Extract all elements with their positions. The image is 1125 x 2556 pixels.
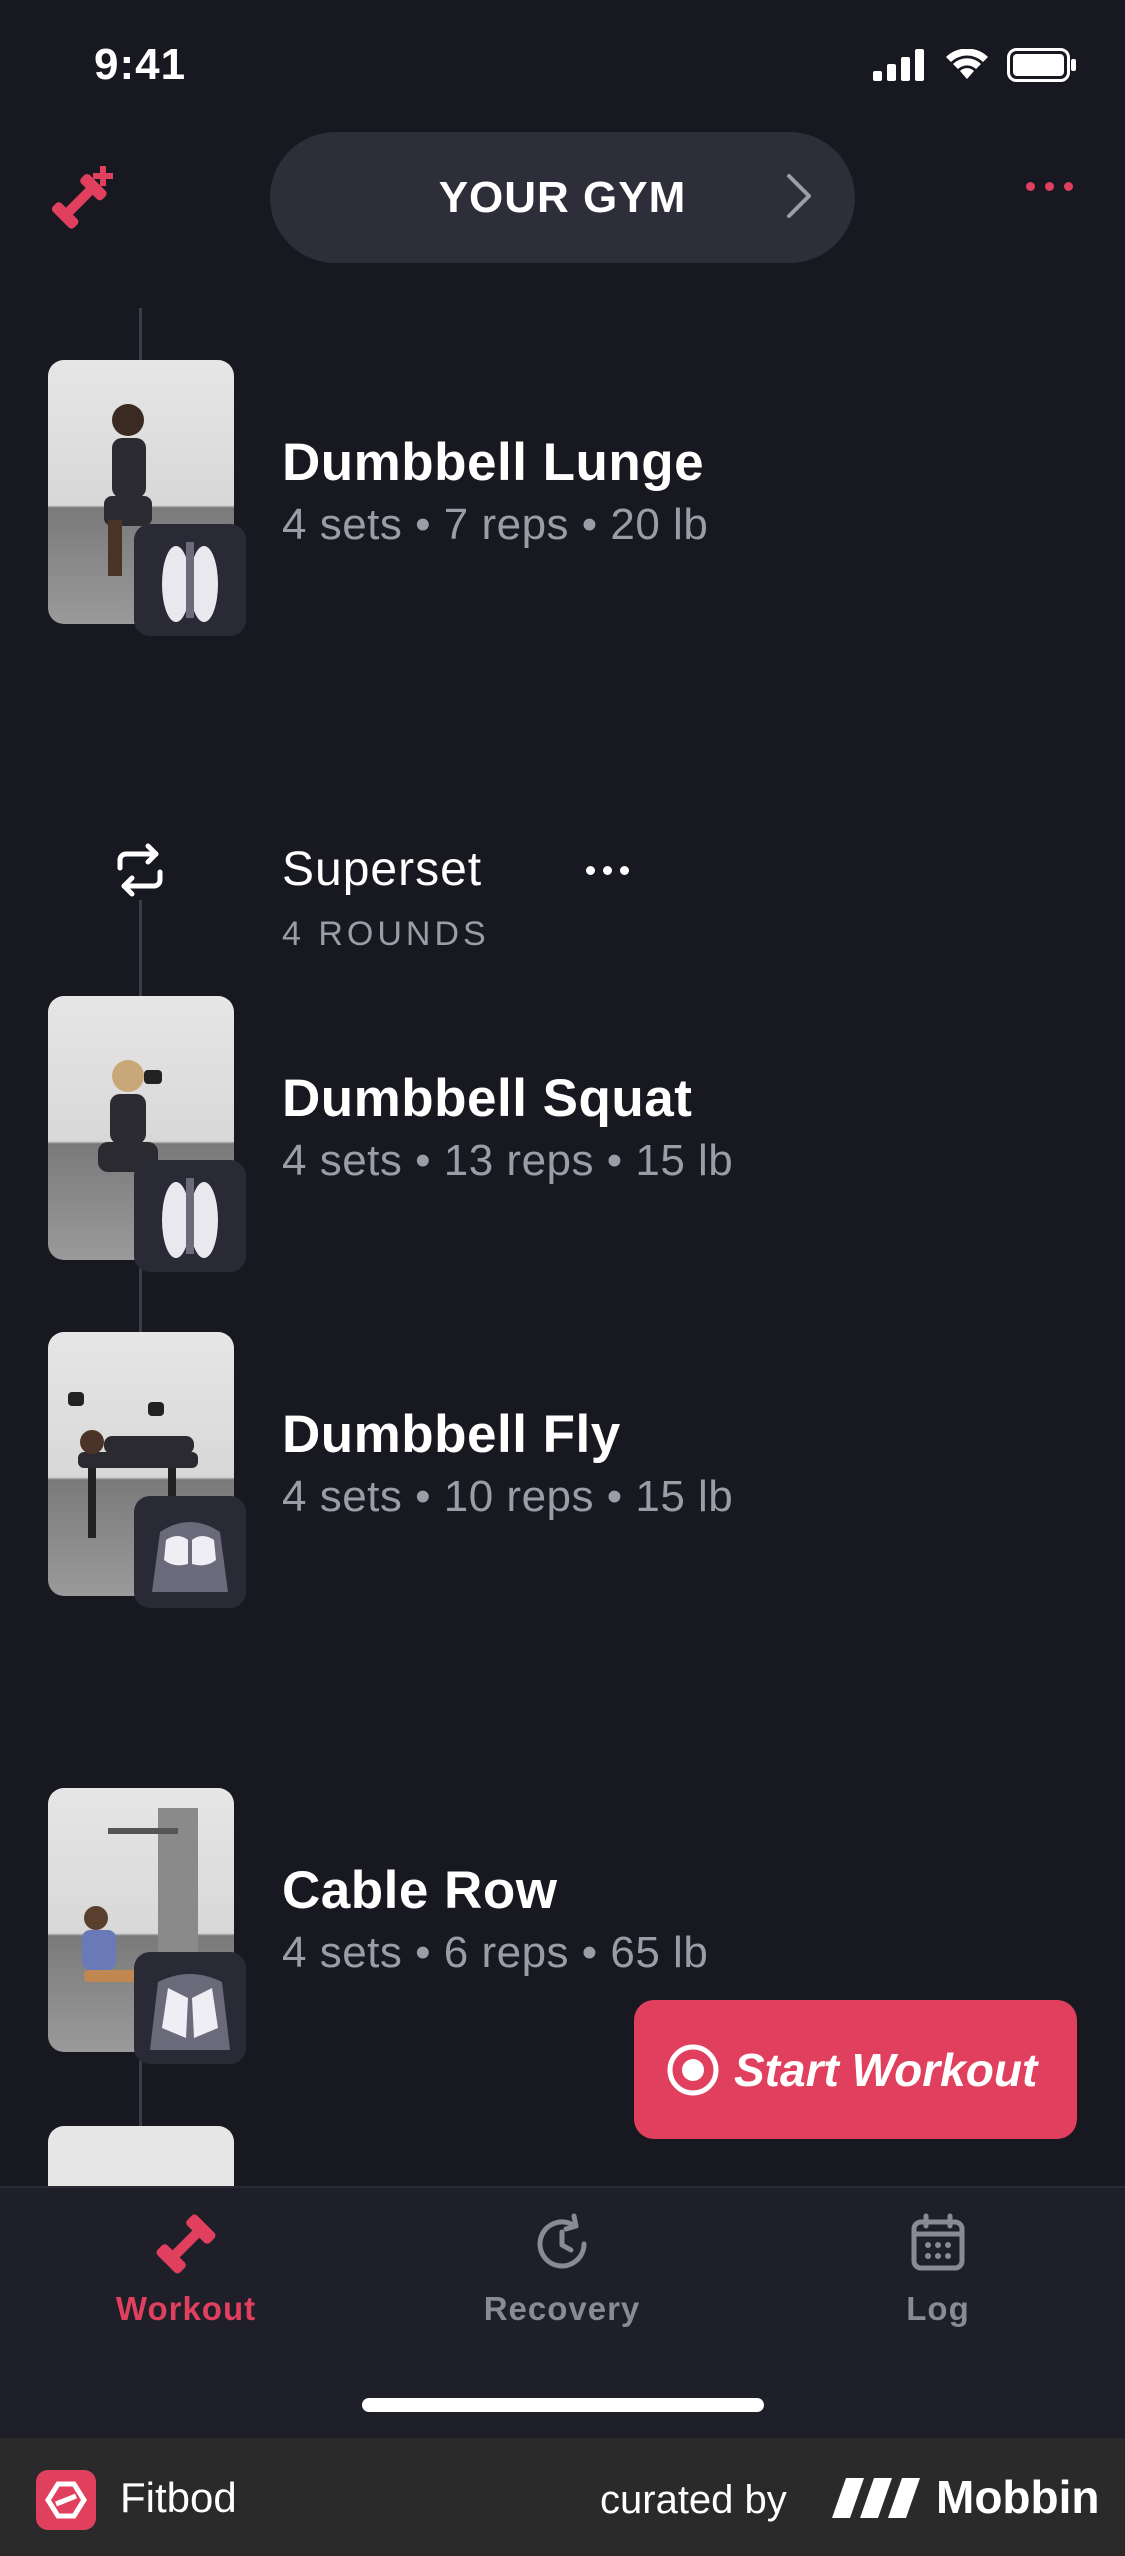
gym-label: YOUR GYM	[438, 172, 687, 222]
timeline-line	[139, 2060, 142, 2126]
status-icons	[873, 48, 1077, 82]
superset-icon	[112, 842, 168, 903]
quads-muscle-icon	[134, 1160, 246, 1272]
chest-muscle-icon	[134, 1496, 246, 1608]
dot	[1045, 182, 1054, 191]
dumbbell-plus-icon	[51, 166, 113, 229]
signal-icon	[873, 49, 924, 81]
calendar-icon	[911, 2213, 965, 2271]
dot	[1064, 182, 1073, 191]
footer-app-name: Fitbod	[120, 2474, 237, 2521]
timeline-line	[139, 900, 142, 1000]
fitbod-logo-icon	[36, 2470, 96, 2530]
exercise-name: Dumbbell Fly	[282, 1405, 621, 1464]
exercise-row[interactable]: Dumbbell Squat 4 sets • 13 reps • 15 lb	[0, 996, 1125, 1276]
battery-icon	[1007, 48, 1076, 82]
tab-label: Log	[906, 2290, 970, 2327]
exercise-row[interactable]: Dumbbell Lunge 4 sets • 7 reps • 20 lb	[0, 360, 1125, 640]
chevron-right-icon	[787, 174, 811, 218]
tab-recovery[interactable]: Recovery	[412, 2212, 712, 2328]
tab-label: Workout	[115, 2290, 257, 2327]
tab-log[interactable]: Log	[788, 2212, 1088, 2328]
exercise-name: Dumbbell Lunge	[282, 433, 705, 492]
dot	[620, 866, 629, 875]
tab-label: Recovery	[483, 2290, 641, 2327]
exercise-meta: 4 sets • 6 reps • 65 lb	[282, 1928, 709, 1977]
status-time: 9:41	[94, 40, 187, 89]
exercise-name: Dumbbell Squat	[282, 1069, 693, 1128]
dot	[1026, 182, 1035, 191]
dot	[603, 866, 612, 875]
wifi-icon	[946, 49, 988, 79]
back-muscle-icon	[134, 1952, 246, 2064]
start-workout-label: Start Workout	[734, 2043, 1038, 2096]
recovery-clock-icon	[537, 2213, 587, 2269]
exercise-thumbnail-partial[interactable]	[48, 2126, 234, 2186]
superset-more-button[interactable]	[586, 866, 629, 875]
exercise-meta: 4 sets • 7 reps • 20 lb	[282, 500, 709, 549]
dot	[586, 866, 595, 875]
add-equipment-button[interactable]	[51, 164, 118, 235]
superset-title: Superset	[282, 843, 483, 896]
exercise-meta: 4 sets • 10 reps • 15 lb	[282, 1472, 734, 1521]
timeline-line	[139, 308, 142, 360]
more-options-button[interactable]	[1026, 182, 1073, 191]
tab-workout[interactable]: Workout	[36, 2212, 336, 2328]
start-workout-button[interactable]: Start Workout	[634, 2000, 1077, 2139]
superset-rounds: 4 ROUNDS	[282, 915, 490, 953]
mobbin-logo-icon	[832, 2478, 928, 2523]
record-icon	[667, 2044, 719, 2095]
home-indicator[interactable]	[362, 2398, 764, 2412]
quads-muscle-icon	[134, 524, 246, 636]
curated-by-text: curated by	[600, 2478, 787, 2522]
gym-selector-button[interactable]: YOUR GYM	[270, 132, 855, 263]
exercise-name: Cable Row	[282, 1861, 558, 1920]
exercise-meta: 4 sets • 13 reps • 15 lb	[282, 1136, 734, 1185]
exercise-row[interactable]: Dumbbell Fly 4 sets • 10 reps • 15 lb	[0, 1332, 1125, 1612]
dumbbell-icon	[156, 2214, 216, 2274]
mobbin-brand: Mobbin	[936, 2471, 1100, 2523]
